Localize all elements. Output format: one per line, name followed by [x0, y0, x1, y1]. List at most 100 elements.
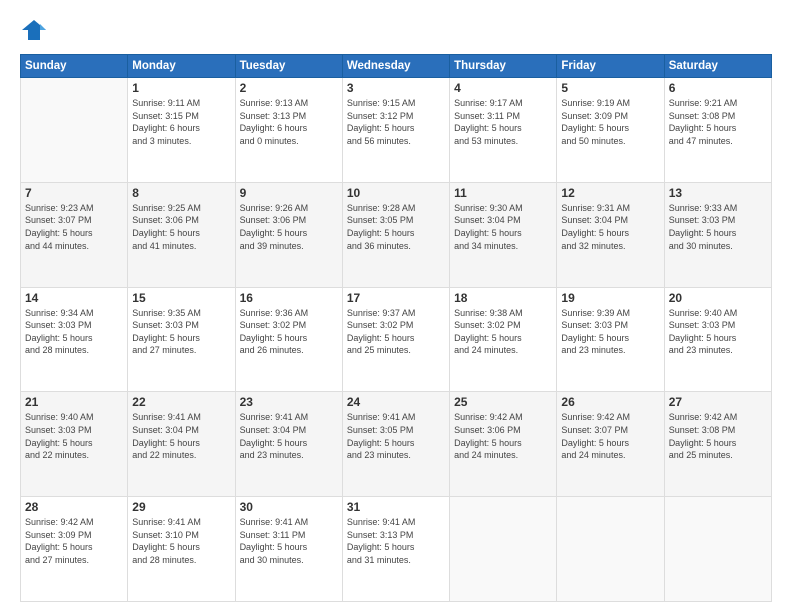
day-info: Sunrise: 9:41 AM Sunset: 3:10 PM Dayligh…	[132, 516, 230, 566]
day-header-saturday: Saturday	[664, 55, 771, 78]
calendar-cell: 8 Sunrise: 9:25 AM Sunset: 3:06 PM Daylig…	[128, 182, 235, 287]
day-info: Sunrise: 9:21 AM Sunset: 3:08 PM Dayligh…	[669, 97, 767, 147]
day-number: 26	[561, 395, 659, 409]
day-number: 18	[454, 291, 552, 305]
calendar-cell	[21, 78, 128, 183]
calendar-cell: 21 Sunrise: 9:40 AM Sunset: 3:03 PM Dayli…	[21, 392, 128, 497]
day-info: Sunrise: 9:26 AM Sunset: 3:06 PM Dayligh…	[240, 202, 338, 252]
calendar-cell: 3 Sunrise: 9:15 AM Sunset: 3:12 PM Daylig…	[342, 78, 449, 183]
day-info: Sunrise: 9:40 AM Sunset: 3:03 PM Dayligh…	[25, 411, 123, 461]
day-info: Sunrise: 9:42 AM Sunset: 3:09 PM Dayligh…	[25, 516, 123, 566]
logo	[20, 16, 50, 44]
day-info: Sunrise: 9:42 AM Sunset: 3:06 PM Dayligh…	[454, 411, 552, 461]
day-number: 12	[561, 186, 659, 200]
day-info: Sunrise: 9:30 AM Sunset: 3:04 PM Dayligh…	[454, 202, 552, 252]
calendar-cell: 17Sunrise: 9:37 AM Sunset: 3:02 PM Dayli…	[342, 287, 449, 392]
calendar-cell: 5 Sunrise: 9:19 AM Sunset: 3:09 PM Daylig…	[557, 78, 664, 183]
calendar-cell: 22Sunrise: 9:41 AM Sunset: 3:04 PM Dayli…	[128, 392, 235, 497]
calendar-cell	[664, 497, 771, 602]
day-info: Sunrise: 9:38 AM Sunset: 3:02 PM Dayligh…	[454, 307, 552, 357]
calendar-cell: 18 Sunrise: 9:38 AM Sunset: 3:02 PM Dayli…	[450, 287, 557, 392]
calendar-cell: 23 Sunrise: 9:41 AM Sunset: 3:04 PM Dayli…	[235, 392, 342, 497]
day-info: Sunrise: 9:28 AM Sunset: 3:05 PM Dayligh…	[347, 202, 445, 252]
calendar-cell: 28 Sunrise: 9:42 AM Sunset: 3:09 PM Dayli…	[21, 497, 128, 602]
day-number: 24	[347, 395, 445, 409]
page: SundayMondayTuesdayWednesdayThursdayFrid…	[0, 0, 792, 612]
calendar-cell: 19 Sunrise: 9:39 AM Sunset: 3:03 PM Dayli…	[557, 287, 664, 392]
header	[20, 16, 772, 44]
day-number: 22	[132, 395, 230, 409]
day-number: 4	[454, 81, 552, 95]
day-number: 30	[240, 500, 338, 514]
calendar-cell: 2 Sunrise: 9:13 AM Sunset: 3:13 PM Daylig…	[235, 78, 342, 183]
calendar-cell: 20 Sunrise: 9:40 AM Sunset: 3:03 PM Dayli…	[664, 287, 771, 392]
day-number: 9	[240, 186, 338, 200]
calendar-cell	[557, 497, 664, 602]
day-info: Sunrise: 9:23 AM Sunset: 3:07 PM Dayligh…	[25, 202, 123, 252]
day-header-thursday: Thursday	[450, 55, 557, 78]
calendar-week-row: 21 Sunrise: 9:40 AM Sunset: 3:03 PM Dayli…	[21, 392, 772, 497]
day-info: Sunrise: 9:41 AM Sunset: 3:11 PM Dayligh…	[240, 516, 338, 566]
day-header-monday: Monday	[128, 55, 235, 78]
calendar-cell: 10 Sunrise: 9:28 AM Sunset: 3:05 PM Dayli…	[342, 182, 449, 287]
day-number: 19	[561, 291, 659, 305]
day-number: 31	[347, 500, 445, 514]
day-number: 27	[669, 395, 767, 409]
day-number: 8	[132, 186, 230, 200]
day-info: Sunrise: 9:42 AM Sunset: 3:08 PM Dayligh…	[669, 411, 767, 461]
day-info: Sunrise: 9:15 AM Sunset: 3:12 PM Dayligh…	[347, 97, 445, 147]
day-number: 5	[561, 81, 659, 95]
day-info: Sunrise: 9:39 AM Sunset: 3:03 PM Dayligh…	[561, 307, 659, 357]
day-number: 2	[240, 81, 338, 95]
calendar-cell: 24 Sunrise: 9:41 AM Sunset: 3:05 PM Dayli…	[342, 392, 449, 497]
calendar-cell: 7 Sunrise: 9:23 AM Sunset: 3:07 PM Daylig…	[21, 182, 128, 287]
day-number: 7	[25, 186, 123, 200]
day-number: 14	[25, 291, 123, 305]
day-info: Sunrise: 9:37 AM Sunset: 3:02 PM Dayligh…	[347, 307, 445, 357]
calendar-cell: 1Sunrise: 9:11 AM Sunset: 3:15 PM Daylig…	[128, 78, 235, 183]
calendar-week-row: 1Sunrise: 9:11 AM Sunset: 3:15 PM Daylig…	[21, 78, 772, 183]
day-number: 15	[132, 291, 230, 305]
day-number: 20	[669, 291, 767, 305]
day-info: Sunrise: 9:25 AM Sunset: 3:06 PM Dayligh…	[132, 202, 230, 252]
day-info: Sunrise: 9:40 AM Sunset: 3:03 PM Dayligh…	[669, 307, 767, 357]
day-info: Sunrise: 9:35 AM Sunset: 3:03 PM Dayligh…	[132, 307, 230, 357]
calendar-week-row: 28 Sunrise: 9:42 AM Sunset: 3:09 PM Dayli…	[21, 497, 772, 602]
calendar-cell: 26 Sunrise: 9:42 AM Sunset: 3:07 PM Dayli…	[557, 392, 664, 497]
calendar-table: SundayMondayTuesdayWednesdayThursdayFrid…	[20, 54, 772, 602]
calendar-cell: 9 Sunrise: 9:26 AM Sunset: 3:06 PM Daylig…	[235, 182, 342, 287]
calendar-week-row: 14 Sunrise: 9:34 AM Sunset: 3:03 PM Dayli…	[21, 287, 772, 392]
calendar-cell: 13 Sunrise: 9:33 AM Sunset: 3:03 PM Dayli…	[664, 182, 771, 287]
day-number: 3	[347, 81, 445, 95]
day-info: Sunrise: 9:41 AM Sunset: 3:04 PM Dayligh…	[240, 411, 338, 461]
calendar-cell: 4Sunrise: 9:17 AM Sunset: 3:11 PM Daylig…	[450, 78, 557, 183]
day-info: Sunrise: 9:19 AM Sunset: 3:09 PM Dayligh…	[561, 97, 659, 147]
calendar-cell: 31Sunrise: 9:41 AM Sunset: 3:13 PM Dayli…	[342, 497, 449, 602]
day-number: 29	[132, 500, 230, 514]
day-info: Sunrise: 9:13 AM Sunset: 3:13 PM Dayligh…	[240, 97, 338, 147]
calendar-cell: 6Sunrise: 9:21 AM Sunset: 3:08 PM Daylig…	[664, 78, 771, 183]
day-info: Sunrise: 9:11 AM Sunset: 3:15 PM Dayligh…	[132, 97, 230, 147]
day-header-tuesday: Tuesday	[235, 55, 342, 78]
calendar-cell	[450, 497, 557, 602]
calendar-cell: 15 Sunrise: 9:35 AM Sunset: 3:03 PM Dayli…	[128, 287, 235, 392]
day-header-wednesday: Wednesday	[342, 55, 449, 78]
day-info: Sunrise: 9:33 AM Sunset: 3:03 PM Dayligh…	[669, 202, 767, 252]
day-number: 23	[240, 395, 338, 409]
day-number: 10	[347, 186, 445, 200]
calendar-cell: 30 Sunrise: 9:41 AM Sunset: 3:11 PM Dayli…	[235, 497, 342, 602]
day-number: 28	[25, 500, 123, 514]
day-info: Sunrise: 9:41 AM Sunset: 3:05 PM Dayligh…	[347, 411, 445, 461]
day-info: Sunrise: 9:42 AM Sunset: 3:07 PM Dayligh…	[561, 411, 659, 461]
calendar-cell: 11 Sunrise: 9:30 AM Sunset: 3:04 PM Dayli…	[450, 182, 557, 287]
day-number: 11	[454, 186, 552, 200]
day-number: 13	[669, 186, 767, 200]
calendar-cell: 25 Sunrise: 9:42 AM Sunset: 3:06 PM Dayli…	[450, 392, 557, 497]
day-info: Sunrise: 9:36 AM Sunset: 3:02 PM Dayligh…	[240, 307, 338, 357]
calendar-week-row: 7 Sunrise: 9:23 AM Sunset: 3:07 PM Daylig…	[21, 182, 772, 287]
calendar-cell: 16Sunrise: 9:36 AM Sunset: 3:02 PM Dayli…	[235, 287, 342, 392]
calendar-cell: 14 Sunrise: 9:34 AM Sunset: 3:03 PM Dayli…	[21, 287, 128, 392]
day-number: 21	[25, 395, 123, 409]
day-number: 25	[454, 395, 552, 409]
day-info: Sunrise: 9:34 AM Sunset: 3:03 PM Dayligh…	[25, 307, 123, 357]
